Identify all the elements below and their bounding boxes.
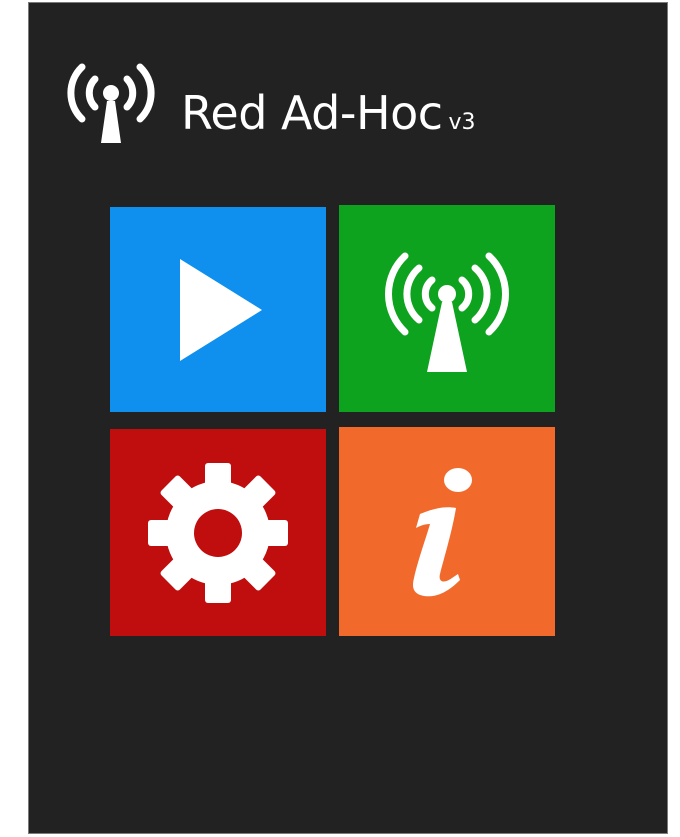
app-version: v3 [448, 110, 476, 135]
app-title-text: Red Ad-Hoc [181, 86, 443, 140]
info-icon [413, 467, 472, 596]
play-icon [180, 258, 262, 361]
network-tile[interactable] [339, 205, 555, 412]
antenna-icon [385, 252, 509, 372]
app-title: Red Ad-Hoc v3 [181, 83, 476, 143]
info-tile[interactable] [339, 427, 555, 636]
app-window: Red Ad-Hoc v3 [28, 2, 668, 834]
play-tile[interactable] [110, 207, 326, 412]
antenna-logo-icon [67, 63, 155, 143]
gear-icon [148, 462, 288, 603]
settings-tile[interactable] [110, 429, 326, 636]
